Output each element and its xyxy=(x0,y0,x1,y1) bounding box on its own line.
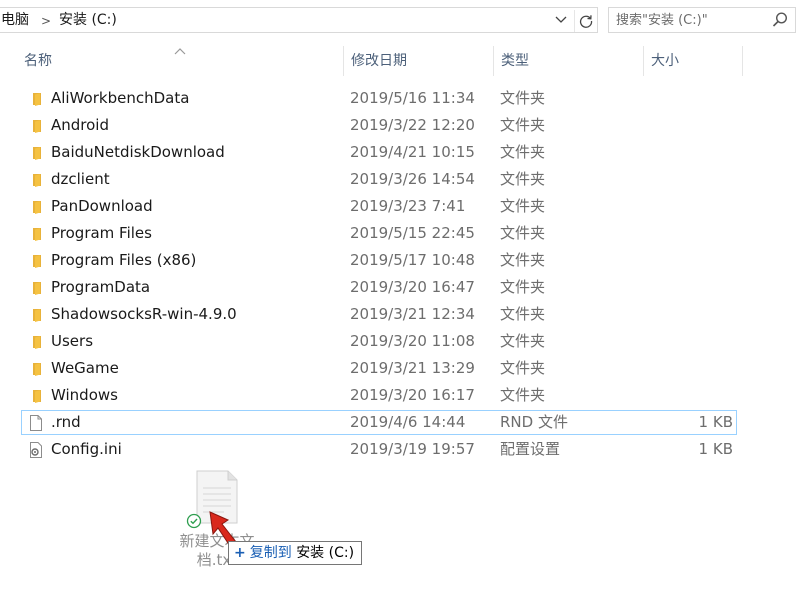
file-name: BaiduNetdiskDownload xyxy=(51,143,225,161)
file-date: 2019/5/17 10:48 xyxy=(350,251,475,269)
file-name: WeGame xyxy=(51,359,119,377)
file-name: .rnd xyxy=(51,413,81,431)
folder-icon xyxy=(27,360,45,378)
breadcrumb-drive[interactable]: 安装 (C:) xyxy=(59,12,117,28)
file-name: ProgramData xyxy=(51,278,151,296)
file-type: 文件夹 xyxy=(500,116,546,134)
file-date: 2019/5/15 22:45 xyxy=(350,224,475,242)
file-name: Config.ini xyxy=(51,440,122,458)
file-type: 文件夹 xyxy=(500,197,546,215)
folder-icon xyxy=(27,117,45,135)
file-date: 2019/4/21 10:15 xyxy=(350,143,475,161)
file-name: dzclient xyxy=(51,170,110,188)
file-name: Android xyxy=(51,116,109,134)
file-row[interactable]: ShadowsocksR-win-4.9.0 2019/3/21 12:34 文… xyxy=(0,301,800,328)
plus-icon: + xyxy=(234,545,246,561)
file-size: 1 KB xyxy=(698,413,733,431)
file-name: ShadowsocksR-win-4.9.0 xyxy=(51,305,237,323)
breadcrumb-this-pc[interactable]: 电脑 xyxy=(1,12,29,28)
file-name: Windows xyxy=(51,386,118,404)
tooltip-action: 复制到 xyxy=(249,545,292,561)
tooltip-target: 安装 (C:) xyxy=(296,545,355,561)
file-date: 2019/3/21 13:29 xyxy=(350,359,475,377)
folder-icon xyxy=(27,306,45,324)
folder-icon xyxy=(27,252,45,270)
file-type: 文件夹 xyxy=(500,278,546,296)
file-type: 文件夹 xyxy=(500,359,546,377)
config-file-icon xyxy=(27,441,45,459)
search-icon[interactable] xyxy=(771,11,789,29)
file-type: 文件夹 xyxy=(500,386,546,404)
file-date: 2019/3/20 11:08 xyxy=(350,332,475,350)
address-bar[interactable]: 电脑 > 安装 (C:) xyxy=(0,7,598,33)
breadcrumb-separator[interactable]: > xyxy=(41,13,51,29)
file-name: AliWorkbenchData xyxy=(51,89,190,107)
file-date: 2019/3/19 19:57 xyxy=(350,440,475,458)
file-type: 文件夹 xyxy=(500,89,546,107)
folder-icon xyxy=(27,144,45,162)
file-row[interactable]: BaiduNetdiskDownload 2019/4/21 10:15 文件夹 xyxy=(0,139,800,166)
file-type: 文件夹 xyxy=(500,170,546,188)
search-input[interactable] xyxy=(616,11,766,29)
file-type: 文件夹 xyxy=(500,224,546,242)
file-icon xyxy=(27,414,45,432)
folder-icon xyxy=(27,90,45,108)
file-type: RND 文件 xyxy=(500,413,568,431)
file-date: 2019/3/23 7:41 xyxy=(350,197,466,215)
file-date: 2019/3/21 12:34 xyxy=(350,305,475,323)
file-name: Users xyxy=(51,332,94,350)
file-row[interactable]: dzclient 2019/3/26 14:54 文件夹 xyxy=(0,166,800,193)
file-row-selected[interactable]: .rnd 2019/4/6 14:44 RND 文件 1 KB xyxy=(0,409,800,436)
file-row[interactable]: Users 2019/3/20 11:08 文件夹 xyxy=(0,328,800,355)
file-row[interactable]: AliWorkbenchData 2019/5/16 11:34 文件夹 xyxy=(0,85,800,112)
file-row[interactable]: PanDownload 2019/3/23 7:41 文件夹 xyxy=(0,193,800,220)
file-row[interactable]: Windows 2019/3/20 16:17 文件夹 xyxy=(0,382,800,409)
file-date: 2019/3/20 16:47 xyxy=(350,278,475,296)
file-date: 2019/3/20 16:17 xyxy=(350,386,475,404)
column-header-date[interactable]: 修改日期 xyxy=(343,46,493,76)
file-row[interactable]: Config.ini 2019/3/19 19:57 配置设置 1 KB xyxy=(0,436,800,463)
file-type: 文件夹 xyxy=(500,305,546,323)
check-icon xyxy=(186,513,202,529)
file-list: AliWorkbenchData 2019/5/16 11:34 文件夹 And… xyxy=(0,85,800,463)
folder-icon xyxy=(27,198,45,216)
file-date: 2019/3/22 12:20 xyxy=(350,116,475,134)
folder-icon xyxy=(27,225,45,243)
file-type: 文件夹 xyxy=(500,332,546,350)
column-header-type[interactable]: 类型 xyxy=(493,46,643,76)
search-box[interactable] xyxy=(608,7,796,33)
file-size: 1 KB xyxy=(698,440,733,458)
folder-icon xyxy=(27,333,45,351)
folder-icon xyxy=(27,387,45,405)
file-date: 2019/5/16 11:34 xyxy=(350,89,475,107)
file-row[interactable]: Android 2019/3/22 12:20 文件夹 xyxy=(0,112,800,139)
file-type: 配置设置 xyxy=(500,440,561,458)
file-name: PanDownload xyxy=(51,197,153,215)
file-row[interactable]: WeGame 2019/3/21 13:29 文件夹 xyxy=(0,355,800,382)
chevron-down-icon[interactable] xyxy=(553,13,569,29)
file-name: Program Files (x86) xyxy=(51,251,197,269)
folder-icon xyxy=(27,171,45,189)
file-date: 2019/4/6 14:44 xyxy=(350,413,466,431)
file-row[interactable]: Program Files (x86) 2019/5/17 10:48 文件夹 xyxy=(0,247,800,274)
file-type: 文件夹 xyxy=(500,251,546,269)
column-header-name[interactable]: 名称 xyxy=(17,46,343,76)
file-date: 2019/3/26 14:54 xyxy=(350,170,475,188)
folder-icon xyxy=(27,279,45,297)
refresh-icon[interactable] xyxy=(574,10,596,32)
drop-tooltip: + 复制到 安装 (C:) xyxy=(228,541,363,565)
file-row[interactable]: ProgramData 2019/3/20 16:47 文件夹 xyxy=(0,274,800,301)
file-row[interactable]: Program Files 2019/5/15 22:45 文件夹 xyxy=(0,220,800,247)
file-name: Program Files xyxy=(51,224,152,242)
file-type: 文件夹 xyxy=(500,143,546,161)
column-header-size[interactable]: 大小 xyxy=(643,46,743,76)
